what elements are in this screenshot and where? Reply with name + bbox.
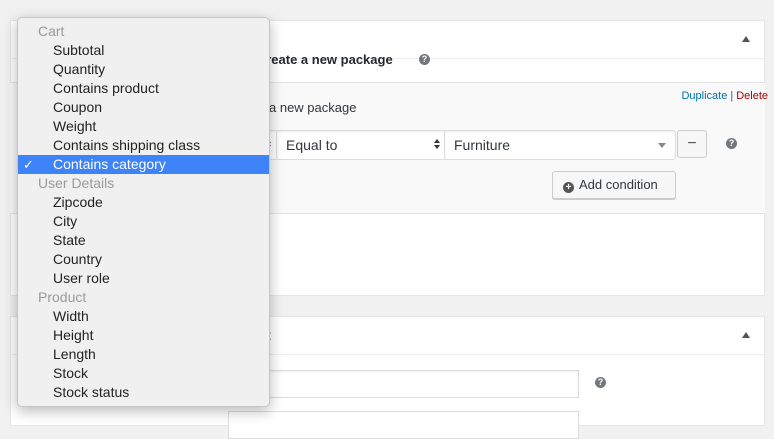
menu-option[interactable]: ✓ Contains category: [18, 155, 269, 174]
menu-option[interactable]: Contains shipping class: [18, 136, 269, 155]
help-icon[interactable]: ?: [726, 138, 737, 149]
menu-option-label: Contains category: [53, 156, 166, 172]
menu-option-label: Subtotal: [53, 42, 105, 58]
menu-option[interactable]: Stock: [18, 364, 269, 383]
menu-option[interactable]: Contains product: [18, 79, 269, 98]
help-icon[interactable]: ?: [419, 54, 430, 65]
menu-option-label: Zipcode: [53, 194, 103, 210]
menu-group-label: User Details: [38, 175, 115, 191]
menu-option-label: Quantity: [53, 61, 106, 77]
menu-option[interactable]: Country: [18, 250, 269, 269]
package-setting-label: create a new package: [259, 52, 393, 67]
menu-option[interactable]: Subtotal: [18, 41, 269, 60]
menu-option-label: City: [53, 213, 78, 229]
collapse-caret-icon[interactable]: [742, 332, 750, 338]
delete-link[interactable]: Delete: [736, 90, 768, 102]
separator: |: [730, 90, 734, 102]
group-description: a new package: [269, 100, 357, 115]
menu-option-label: Contains shipping class: [53, 137, 201, 153]
operator-value: Equal to: [286, 137, 338, 153]
add-condition-button[interactable]: + Add condition: [552, 171, 676, 199]
text-input[interactable]: [228, 370, 579, 398]
menu-option-label: Contains product: [53, 80, 159, 96]
menu-option[interactable]: Coupon: [18, 98, 269, 117]
menu-option-label: User role: [53, 270, 110, 286]
menu-option[interactable]: Height: [18, 326, 269, 345]
value-select[interactable]: Furniture: [444, 130, 676, 160]
menu-option[interactable]: Width: [18, 307, 269, 326]
condition-dropdown-menu[interactable]: Cart Subtotal Quantity Contains product Coup…: [17, 17, 270, 407]
plus-circle-icon: +: [563, 182, 574, 193]
menu-option-label: Coupon: [53, 99, 103, 115]
menu-option-label: Length: [53, 346, 96, 362]
select-arrows-icon: [434, 139, 441, 149]
group-actions: Duplicate | Delete: [681, 90, 768, 102]
menu-option[interactable]: Quantity: [18, 60, 269, 79]
menu-option[interactable]: State: [18, 231, 269, 250]
menu-option[interactable]: City: [18, 212, 269, 231]
duplicate-link[interactable]: Duplicate: [681, 90, 727, 102]
value-text: Furniture: [454, 137, 511, 153]
menu-option[interactable]: Zipcode: [18, 193, 269, 212]
menu-option-label: Stock status: [53, 384, 130, 400]
checkmark-icon: ✓: [23, 157, 34, 172]
chevron-down-icon: [658, 143, 666, 148]
menu-option-label: State: [53, 232, 86, 248]
text-input[interactable]: [228, 411, 579, 439]
menu-option-label: Width: [53, 308, 89, 324]
collapse-caret-icon[interactable]: [742, 36, 750, 42]
help-icon[interactable]: ?: [595, 377, 606, 388]
menu-option[interactable]: Length: [18, 345, 269, 364]
add-condition-label: Add condition: [579, 177, 658, 192]
operator-select[interactable]: Equal to: [276, 130, 448, 160]
menu-option-label: Height: [53, 327, 94, 343]
menu-group-label: Cart: [38, 23, 65, 39]
menu-option[interactable]: Stock status: [18, 383, 269, 402]
menu-option-label: Country: [53, 251, 103, 267]
menu-group-label: Product: [38, 289, 87, 305]
menu-option[interactable]: User role: [18, 269, 269, 288]
menu-option-label: Weight: [53, 118, 97, 134]
menu-option[interactable]: Weight: [18, 117, 269, 136]
menu-option-label: Stock: [53, 365, 89, 381]
remove-condition-button[interactable]: −: [677, 130, 707, 158]
